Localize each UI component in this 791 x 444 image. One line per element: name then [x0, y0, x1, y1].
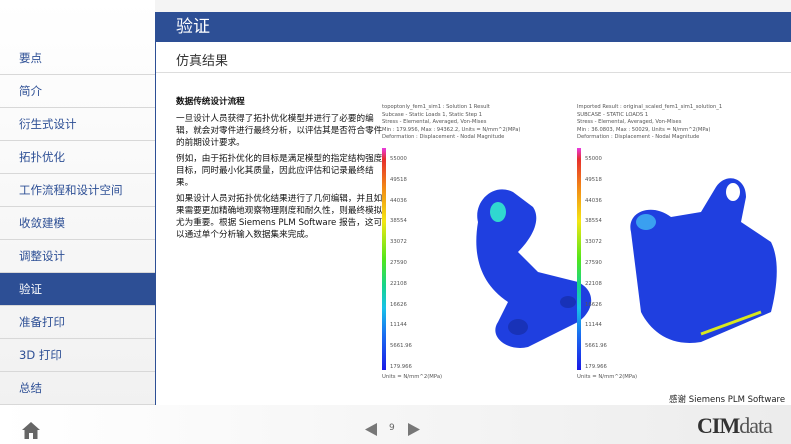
- legend-tick: 44036: [585, 197, 602, 204]
- sidebar: 要点 简介 衍生式设计 拓扑优化 工作流程和设计空间 收敛建模 调整设计 验证 准备打印 3D 打…: [0, 0, 155, 405]
- sidebar-item[interactable]: 3D 打印: [0, 339, 155, 372]
- legend-tick: 16626: [585, 301, 602, 308]
- body-heading: 数据传统设计流程: [176, 97, 245, 107]
- footer: 9 CIMdata: [0, 405, 791, 444]
- result-line: Deformation : Displacement - Nodal Magni…: [382, 134, 505, 141]
- page-number: 9: [389, 423, 395, 433]
- legend-tick: 38554: [585, 218, 602, 225]
- sidebar-item[interactable]: 收敛建模: [0, 207, 155, 240]
- legend-tick: 22108: [390, 280, 407, 287]
- paragraph: 例如，由于拓扑优化的目标是满足模型的指定结构强度目标，同时最小化其质量，因此应评…: [176, 154, 383, 188]
- legend-tick: 5661.96: [585, 343, 607, 350]
- result-line: Subcase - Static Loads 1, Static Step 1: [382, 111, 483, 118]
- legend-tick: 22108: [585, 280, 602, 287]
- result-line: Stress - Elemental, Averaged, Von-Mises: [577, 119, 682, 126]
- sidebar-item[interactable]: 简介: [0, 75, 155, 108]
- sidebar-item[interactable]: 验证: [0, 273, 155, 306]
- legend-units: Units = N/mm^2(MPa): [382, 374, 443, 380]
- legend-tick: 38554: [390, 218, 407, 225]
- page-title: 验证: [156, 12, 791, 42]
- legend-tick: 33072: [390, 239, 407, 246]
- legend-tick: 5661.96: [390, 343, 412, 350]
- result-info: Imported Result : original_scaled_fem1_s…: [577, 104, 777, 142]
- legend-tick: 179.966: [585, 364, 607, 370]
- paragraph: 一旦设计人员获得了拓扑优化模型并进行了必要的编辑，就会对零件进行最终分析，以评估…: [176, 114, 383, 148]
- sidebar-item[interactable]: 总结: [0, 372, 155, 405]
- main-panel: 验证 仿真结果 数据传统设计流程 一旦设计人员获得了拓扑优化模型并进行了必要的编…: [155, 12, 791, 417]
- legend-tick: 179.966: [390, 364, 412, 370]
- legend-tick: 27590: [390, 260, 407, 266]
- result-line: Stress - Elemental, Averaged, Von-Mises: [382, 119, 487, 126]
- result-line: Min : 36.0803, Max : 50029, Units = N/mm…: [577, 126, 711, 133]
- sidebar-item[interactable]: 调整设计: [0, 240, 155, 273]
- legend-tick: 16626: [390, 301, 407, 308]
- result-line: Imported Result : original_scaled_fem1_s…: [577, 104, 723, 110]
- simulation-image-right: [630, 178, 777, 343]
- color-legend-bar: [382, 148, 386, 370]
- legend-units: Units = N/mm^2(MPa): [577, 374, 638, 380]
- legend-tick: 44036: [390, 197, 407, 204]
- result-info: topoptonly_fem1_sim1 : Solution 1 Result…: [382, 104, 582, 142]
- sidebar-item[interactable]: 准备打印: [0, 306, 155, 339]
- legend-tick: 11144: [585, 322, 602, 329]
- legend-tick: 27590: [585, 260, 602, 266]
- result-line: Deformation : Displacement - Nodal Magni…: [577, 134, 700, 141]
- legend-tick: 11144: [390, 322, 407, 329]
- sidebar-item[interactable]: 工作流程和设计空间: [0, 174, 155, 207]
- color-legend-bar: [577, 148, 581, 370]
- home-icon[interactable]: [22, 422, 40, 439]
- section-title: 仿真结果: [176, 54, 229, 69]
- sidebar-item[interactable]: 要点: [0, 42, 155, 75]
- divider: [156, 72, 791, 73]
- sidebar-item[interactable]: 拓扑优化: [0, 141, 155, 174]
- next-page-button[interactable]: [408, 423, 420, 436]
- legend-tick: 55000: [585, 156, 602, 162]
- result-line: Min : 179.956, Max : 94362.2, Units = N/…: [382, 126, 521, 133]
- paragraph: 如果设计人员对拓扑优化结果进行了几何编辑，并且如果需要更加精确地观察物理刚度和耐…: [176, 194, 383, 240]
- prev-page-button[interactable]: [365, 423, 377, 436]
- body-text: 数据传统设计流程 一旦设计人员获得了拓扑优化模型并进行了必要的编辑，就会对零件进…: [176, 96, 388, 245]
- legend-tick: 49518: [390, 176, 407, 183]
- cimdata-logo: CIMdata: [697, 413, 773, 438]
- sidebar-item[interactable]: 衍生式设计: [0, 108, 155, 141]
- result-line: topoptonly_fem1_sim1 : Solution 1 Result: [382, 104, 490, 110]
- result-line: SUBCASE - STATIC LOADS 1: [577, 111, 649, 118]
- simulation-image-left: [476, 189, 592, 348]
- legend-tick: 55000: [390, 156, 407, 162]
- legend-tick: 49518: [585, 176, 602, 183]
- legend-tick: 33072: [585, 239, 602, 246]
